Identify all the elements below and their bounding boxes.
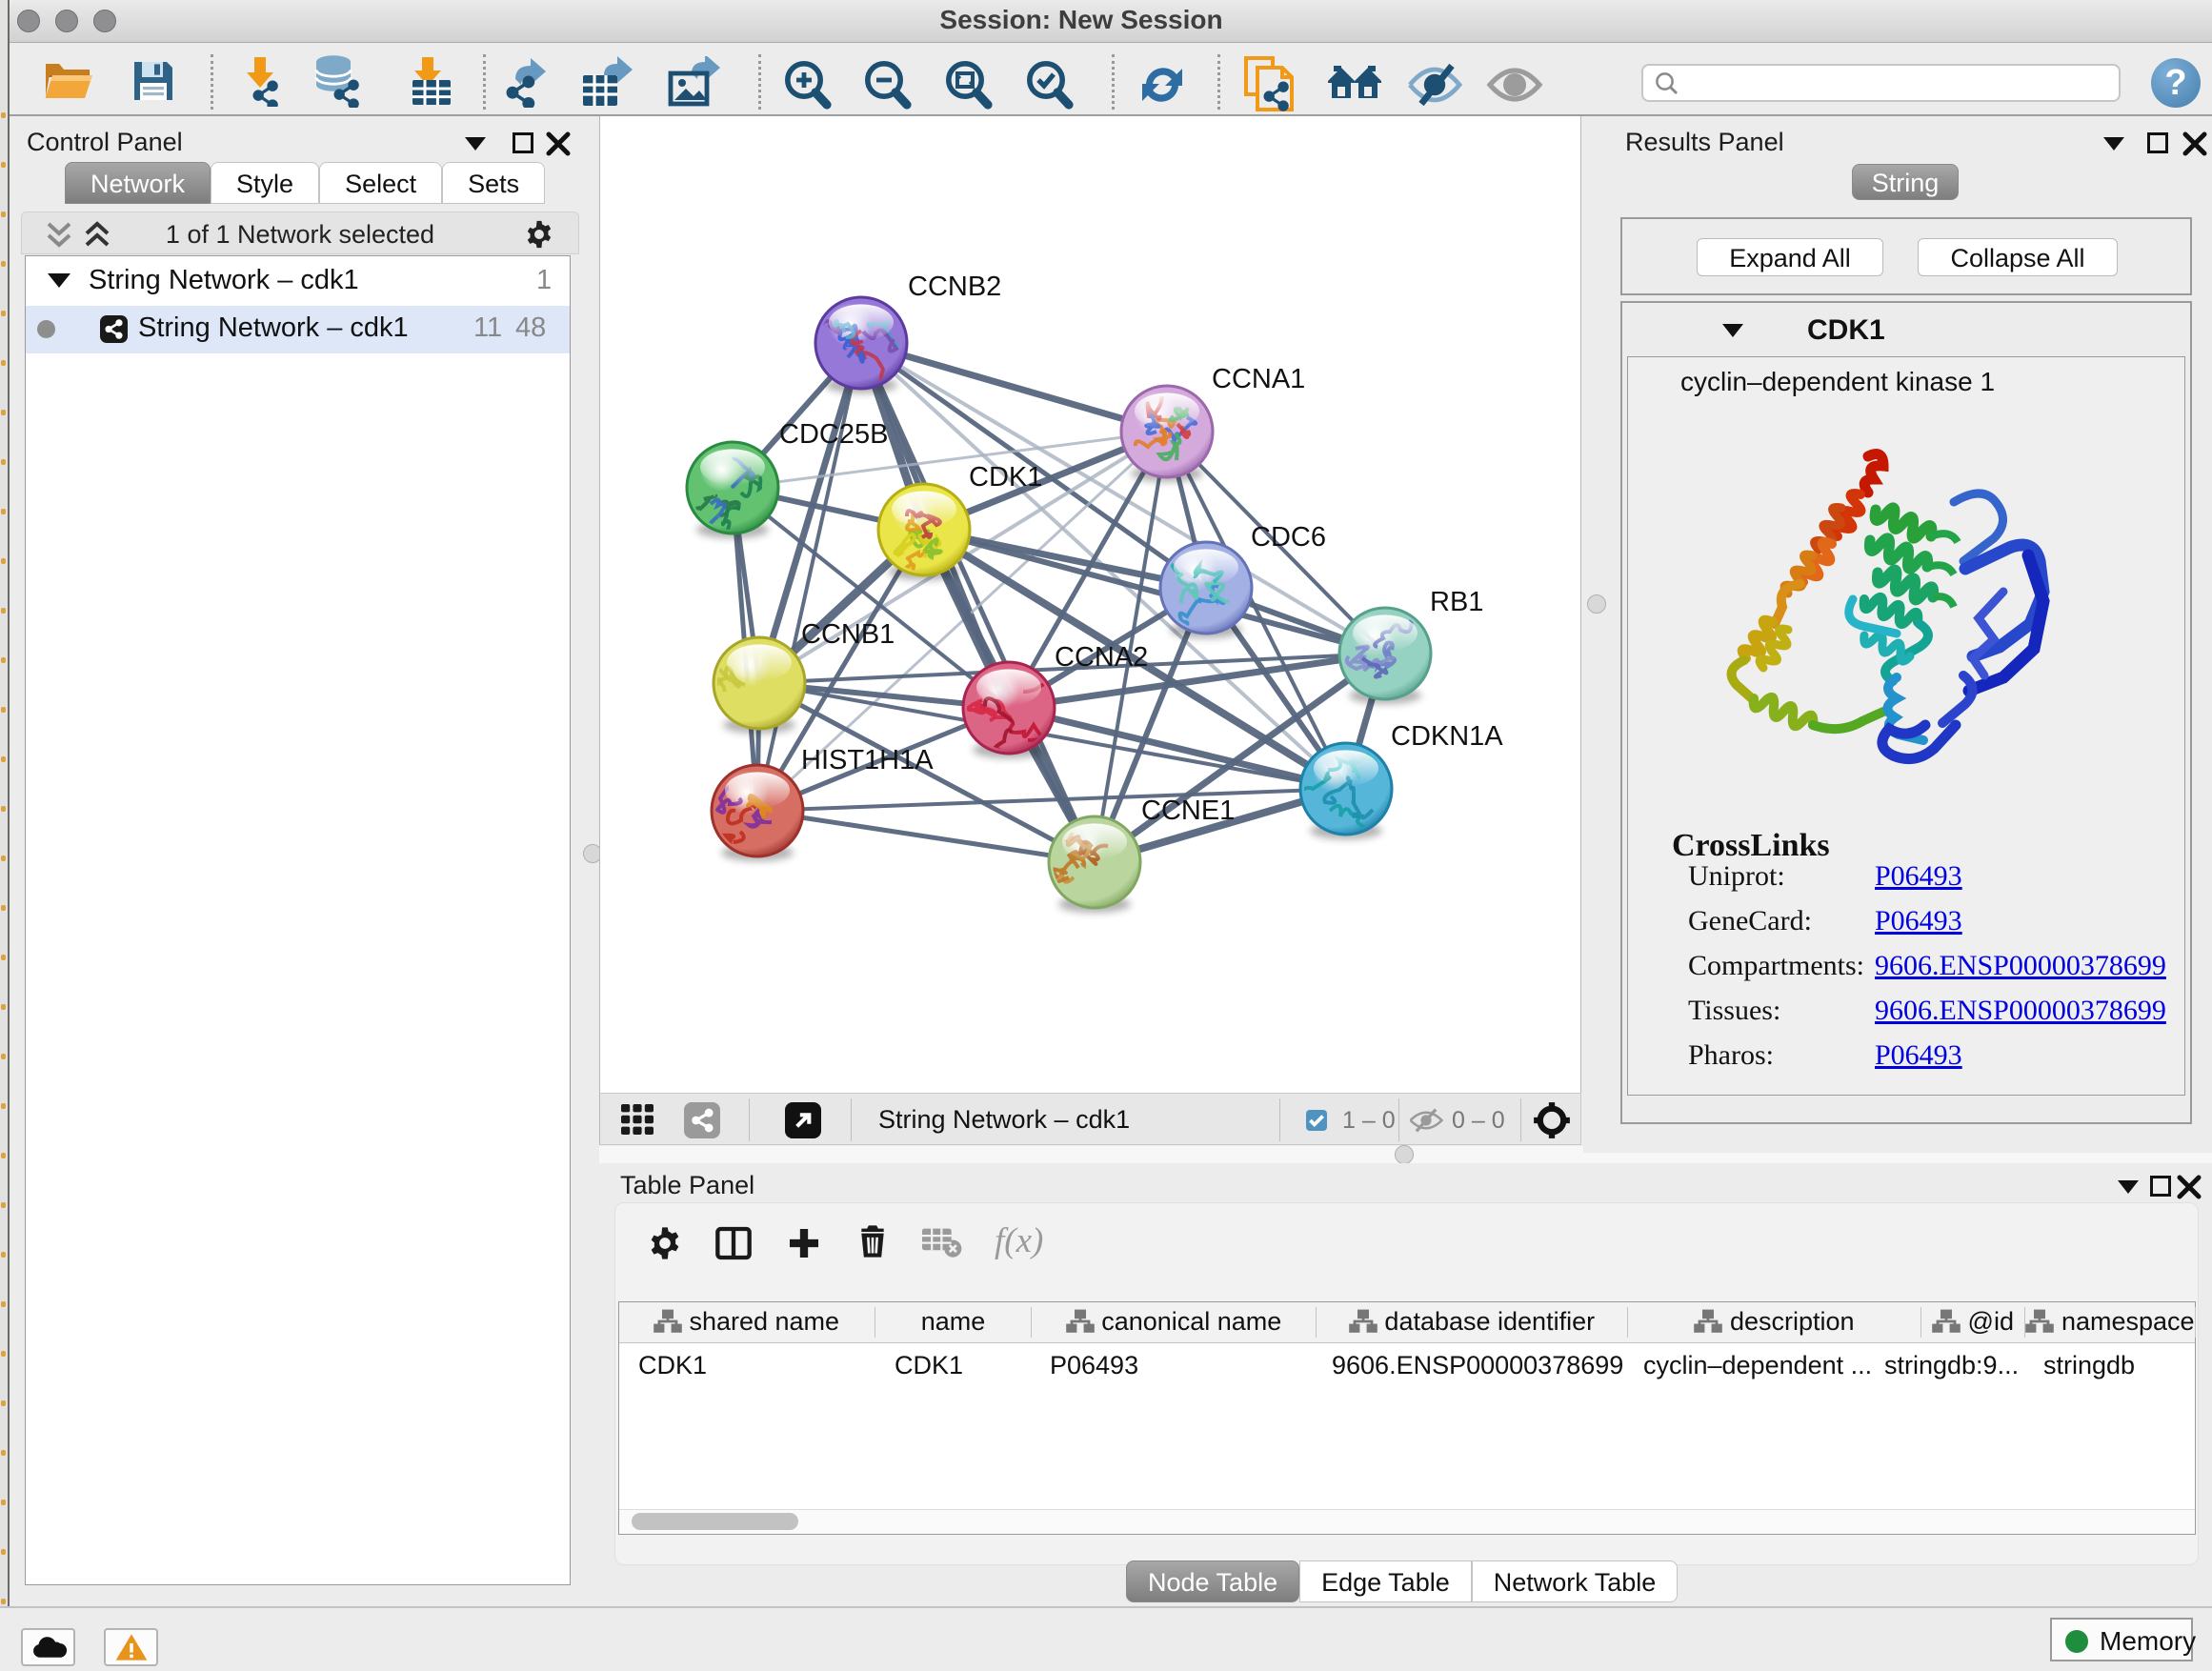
svg-text:HIST1H1A: HIST1H1A <box>801 745 934 775</box>
svg-text:CDC6: CDC6 <box>1251 522 1326 553</box>
svg-text:CCNB1: CCNB1 <box>801 619 895 650</box>
svg-text:RB1: RB1 <box>1430 587 1483 617</box>
svg-text:CCNA2: CCNA2 <box>1055 642 1148 673</box>
svg-text:CDK1: CDK1 <box>969 462 1042 493</box>
svg-text:CCNA1: CCNA1 <box>1212 364 1305 394</box>
svg-text:CCNE1: CCNE1 <box>1141 795 1235 826</box>
svg-text:CDKN1A: CDKN1A <box>1391 721 1503 752</box>
svg-text:CCNB2: CCNB2 <box>908 272 1001 302</box>
svg-text:CDC25B: CDC25B <box>779 419 888 450</box>
